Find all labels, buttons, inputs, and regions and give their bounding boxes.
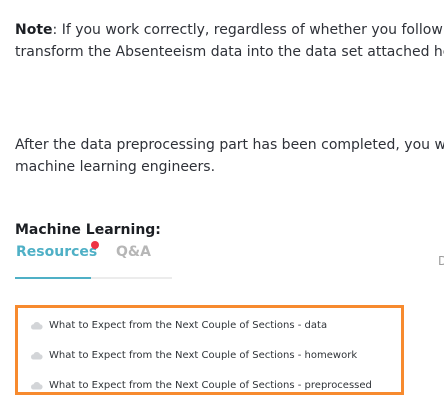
tab-resources[interactable]: Resources [16,244,97,260]
resource-label: What to Expect from the Next Couple of S… [49,349,358,361]
note-paragraph: Note: If you work correctly, regardless … [15,19,444,63]
resource-item-data[interactable]: What to Expect from the Next Couple of S… [30,316,327,334]
notification-dot [91,241,99,249]
resources-list: What to Expect from the Next Couple of S… [15,305,404,395]
active-tab-indicator [15,277,91,279]
cloud-download-icon [31,321,43,329]
note-line-2: transform the Absenteeism data into the … [15,44,444,60]
tab-qa[interactable]: Q&A [116,244,151,260]
after-line-2: machine learning engineers. [15,159,216,175]
note-label: Note [15,22,53,38]
cloud-download-icon [31,381,43,389]
note-text: : If you work correctly, regardless of w… [52,22,444,38]
resource-item-homework[interactable]: What to Expect from the Next Couple of S… [30,346,357,364]
after-line-1: After the data preprocessing part has be… [15,137,444,153]
after-paragraph: After the data preprocessing part has be… [15,134,444,178]
note-line-1: Note: If you work correctly, regardless … [15,19,444,41]
tab-bar: Resources Q&A [15,241,172,279]
cropped-text-fragment: D [438,254,444,268]
course-title: Machine Learning: [15,222,161,238]
resource-item-preprocessed[interactable]: What to Expect from the Next Couple of S… [30,376,372,394]
cloud-download-icon [31,351,43,359]
resource-label: What to Expect from the Next Couple of S… [49,319,328,331]
resource-label: What to Expect from the Next Couple of S… [49,379,372,391]
